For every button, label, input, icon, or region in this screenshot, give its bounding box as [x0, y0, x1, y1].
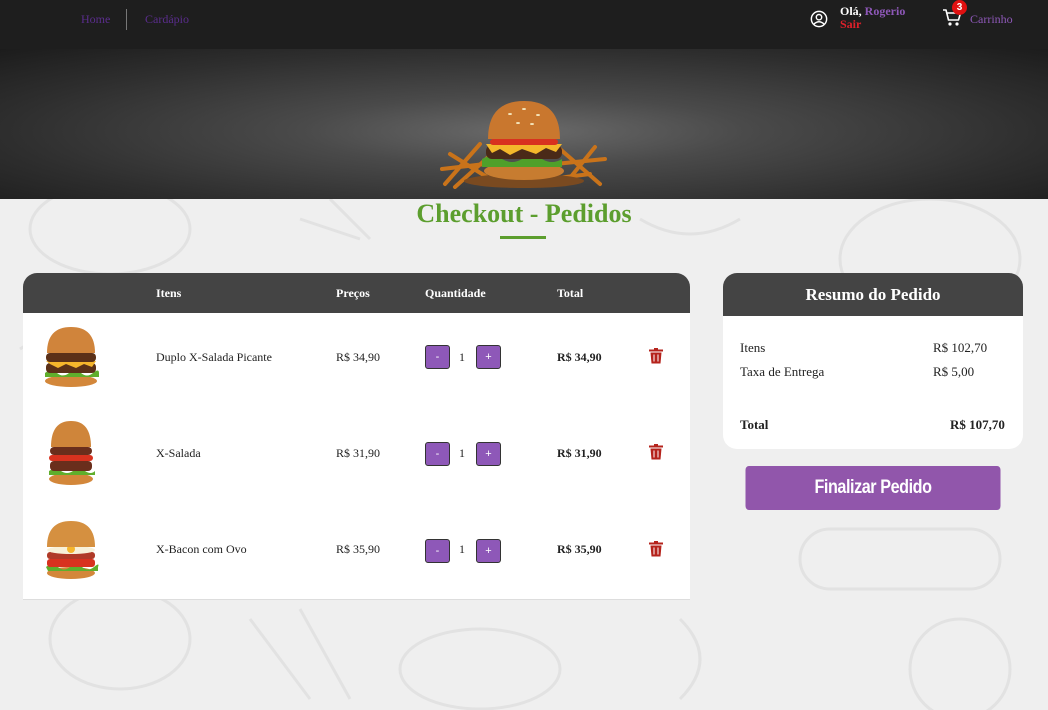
row-total: R$ 34,90: [557, 350, 602, 364]
header-quantity: Quantidade: [425, 286, 486, 300]
page-title: Checkout - Pedidos: [416, 199, 632, 228]
trash-icon[interactable]: [649, 348, 663, 364]
greeting-text: Olá,: [840, 4, 862, 18]
product-name: X-Bacon com Ovo: [156, 542, 247, 556]
hero-burger-image: [440, 101, 607, 189]
nav-menu-link[interactable]: Cardápio: [145, 12, 189, 27]
product-image: [46, 521, 99, 579]
row-total: R$ 35,90: [557, 542, 602, 556]
increase-quantity-button[interactable]: +: [476, 345, 501, 369]
order-summary: Resumo do Pedido Itens R$ 102,70 Taxa de…: [723, 273, 1023, 449]
decrease-quantity-button[interactable]: -: [425, 442, 450, 466]
row-total: R$ 31,90: [557, 446, 602, 460]
logout-link[interactable]: Sair: [840, 17, 861, 32]
cart-table-header: Itens Preços Quantidade Total: [23, 273, 690, 313]
summary-delivery-label: Taxa de Entrega: [740, 364, 825, 379]
quantity-value: 1: [459, 542, 465, 556]
decrease-quantity-button[interactable]: -: [425, 345, 450, 369]
product-price: R$ 35,90: [336, 542, 381, 556]
summary-items-label: Itens: [740, 340, 766, 355]
table-row: X-Salada R$ 31,90 - 1 + R$ 31,90: [23, 409, 690, 505]
finalize-order-button[interactable]: Finalizar Pedido: [745, 466, 1001, 510]
top-navbar: Home Cardápio Olá, Rogerio Sair 3 Carrin…: [0, 0, 1048, 49]
trash-icon[interactable]: [649, 444, 663, 460]
cart-table: Itens Preços Quantidade Total Duplo X-Sa…: [23, 273, 690, 600]
table-row: X-Bacon com Ovo R$ 35,90 - 1 + R$ 35,90: [23, 505, 690, 599]
trash-icon[interactable]: [649, 541, 663, 557]
decrease-quantity-button[interactable]: -: [425, 539, 450, 563]
hero-banner: [0, 49, 1048, 199]
product-image: [45, 327, 99, 387]
summary-title: Resumo do Pedido: [723, 273, 1023, 316]
title-underline: [500, 236, 546, 239]
nav-home-link[interactable]: Home: [81, 12, 110, 27]
product-name: X-Salada: [156, 446, 201, 460]
cart-link[interactable]: Carrinho: [970, 12, 1013, 27]
summary-total-value: R$ 107,70: [950, 417, 1005, 432]
header-items: Itens: [156, 286, 182, 300]
nav-divider: [126, 9, 127, 30]
product-image: [49, 421, 95, 485]
cart-count-badge: 3: [952, 0, 967, 15]
user-name: Rogerio: [864, 4, 906, 18]
header-prices: Preços: [336, 286, 370, 300]
product-price: R$ 34,90: [336, 350, 381, 364]
user-circle-icon[interactable]: [810, 10, 828, 28]
summary-total-label: Total: [740, 417, 769, 432]
product-name: Duplo X-Salada Picante: [156, 350, 272, 364]
header-total: Total: [557, 286, 584, 300]
summary-delivery-value: R$ 5,00: [933, 364, 975, 379]
summary-items-value: R$ 102,70: [933, 340, 988, 355]
quantity-value: 1: [459, 350, 465, 364]
increase-quantity-button[interactable]: +: [476, 539, 501, 563]
table-row: Duplo X-Salada Picante R$ 34,90 - 1 + R$…: [23, 313, 690, 409]
quantity-value: 1: [459, 446, 465, 460]
increase-quantity-button[interactable]: +: [476, 442, 501, 466]
product-price: R$ 31,90: [336, 446, 381, 460]
